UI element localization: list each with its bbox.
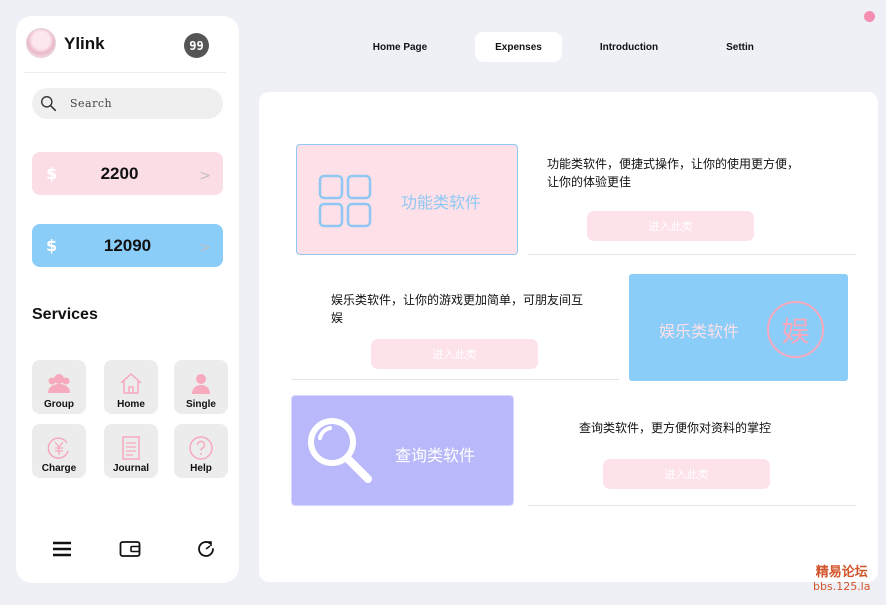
service-label: Group [44,399,74,410]
chevron-right-icon: > [199,240,211,256]
divider [528,505,856,506]
avatar[interactable] [26,28,56,58]
tab-home-page[interactable]: Home Page [356,32,444,62]
category-title: 娱乐类软件 [659,322,740,341]
balance-card-1[interactable]: $ 2200 > [32,152,223,195]
refresh-icon[interactable] [195,538,217,560]
service-single[interactable]: Single [174,360,228,414]
tab-introduction[interactable]: Introduction [586,32,672,62]
service-journal[interactable]: Journal [104,424,158,478]
chevron-right-icon: > [199,168,211,184]
divider [291,379,619,380]
user-icon [192,374,210,394]
service-label: Journal [112,463,150,474]
service-label: Single [185,399,216,410]
category-tile-query[interactable]: 查询类软件 [291,395,514,506]
document-icon [122,436,140,460]
entertainment-badge-icon: 娱 [767,301,824,358]
close-window-button[interactable] [864,11,875,22]
watermark-title: 精易论坛 [815,565,868,580]
enter-category-button[interactable]: 进入此类 [587,211,754,241]
category-title: 功能类软件 [401,193,482,212]
balance-amount: 2200 [100,163,139,183]
sidebar: Ylink 99 Search $ 2200 > $ 12090 > Servi… [16,16,239,583]
category-title: 查询类软件 [395,446,476,465]
service-group[interactable]: Group [32,360,86,414]
search-icon [41,96,57,112]
divider [528,254,856,255]
menu-icon[interactable] [51,538,73,560]
category-description: 功能类软件，便捷式操作，让你的使用更方便，让你的体验更佳 [547,157,800,189]
group-icon [48,374,70,393]
magnifier-icon [308,418,372,483]
search-box[interactable]: Search [32,88,223,119]
category-description: 娱乐类软件，让你的游戏更加简单，可朋友间互娱 [331,293,584,325]
service-label: Home [117,399,145,410]
watermark-url: bbs.125.la [813,580,871,593]
balance-card-2[interactable]: $ 12090 > [32,224,223,267]
enter-category-button[interactable]: 进入此类 [603,459,770,489]
service-label: Charge [41,463,77,474]
help-icon [189,436,213,460]
app-name: Ylink [64,34,105,53]
search-input[interactable]: Search [70,97,112,110]
services-heading: Services [32,306,98,323]
service-home[interactable]: Home [104,360,158,414]
sidebar-divider [24,72,226,73]
service-charge[interactable]: Charge [32,424,86,478]
home-icon [120,372,142,394]
yen-refresh-icon [47,437,69,459]
wallet-icon[interactable] [119,538,141,560]
balance-amount: 12090 [103,235,152,255]
service-help[interactable]: Help [174,424,228,478]
grid-icon [318,174,372,228]
category-tile-functional[interactable]: 功能类软件 [296,144,518,255]
category-description: 查询类软件，更方便你对资料的掌控 [579,421,772,435]
tab-expenses[interactable]: Expenses [475,32,562,62]
category-tile-entertainment[interactable]: 娱乐类软件 娱 [628,273,849,382]
notification-badge[interactable]: 99 [184,33,209,58]
watermark: 精易论坛 bbs.125.la [813,566,870,594]
tab-settings[interactable]: Settin [712,32,768,62]
service-label: Help [190,463,212,474]
enter-category-button[interactable]: 进入此类 [371,339,538,369]
